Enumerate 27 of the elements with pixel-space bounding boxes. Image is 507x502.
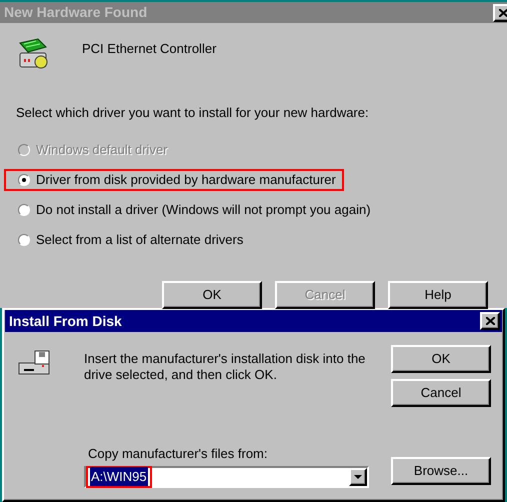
- driver-prompt: Select which driver you want to install for your new hardware:: [16, 104, 370, 122]
- disk-drive-icon: [18, 350, 52, 376]
- radio-button[interactable]: [18, 204, 30, 216]
- network-card-icon: [16, 37, 50, 71]
- close-button[interactable]: [480, 312, 500, 330]
- window-title: New Hardware Found: [4, 3, 148, 22]
- close-icon: [486, 317, 494, 325]
- dialog-button[interactable]: Browse...: [391, 457, 491, 485]
- field-label: Copy manufacturer's files from:: [88, 445, 268, 463]
- radio-button[interactable]: [18, 174, 30, 186]
- dialog-button[interactable]: Cancel: [391, 379, 491, 407]
- path-value: A:\WIN95: [86, 466, 152, 488]
- radio-button[interactable]: [18, 234, 30, 246]
- instruction-text: Insert the manufacturer's installation disk into the drive selected, and then click OK.: [84, 351, 366, 383]
- radio-option[interactable]: Do not install a driver (Windows will not prompt you again): [4, 198, 379, 220]
- dialog-button[interactable]: Help: [388, 280, 488, 308]
- dialog-button[interactable]: OK: [162, 280, 262, 308]
- caret-icon: [354, 474, 362, 478]
- close-icon: [498, 8, 507, 16]
- close-button[interactable]: [493, 4, 507, 22]
- dialog-button[interactable]: OK: [391, 345, 491, 373]
- dropdown-button[interactable]: [349, 468, 367, 486]
- device-name: PCI Ethernet Controller: [82, 40, 216, 58]
- path-combo-box[interactable]: A:\WIN95: [84, 466, 369, 488]
- radio-option[interactable]: Driver from disk provided by hardware manufacturer: [4, 168, 344, 190]
- radio-option[interactable]: Select from a list of alternate drivers: [4, 228, 252, 250]
- window-title: Install From Disk: [9, 312, 122, 330]
